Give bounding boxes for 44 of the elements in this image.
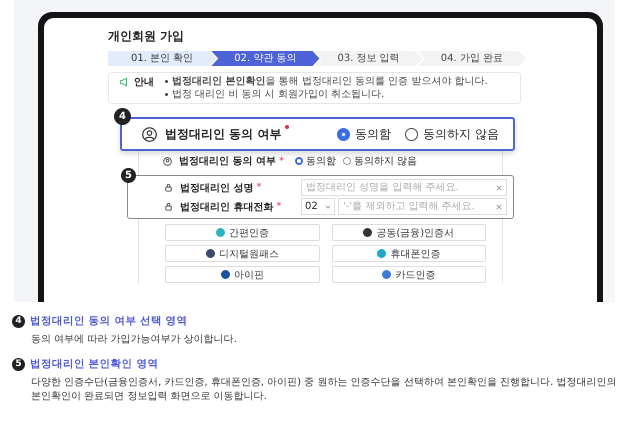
number-badge: 5 [121,168,136,183]
page-title: 개인회원 가입 [108,28,186,45]
area-code-select[interactable]: 02 [301,198,335,215]
radio-button[interactable] [342,157,351,165]
required-mark: * [256,182,262,193]
field-label: 법정대리인 동의 여부 [179,155,276,168]
lock-icon [164,183,173,192]
number-badge: 4 [12,314,25,328]
clear-icon[interactable] [496,204,502,210]
auth-method-button[interactable]: 디지털원패스 [165,245,320,262]
number-badge: 5 [12,358,25,370]
required-mark: * [278,156,284,166]
notice-text: 법정대리인 본인확인을 통해 법정대리인 동의를 인증 받으셔야 합니다. [172,75,488,88]
auth-method-button[interactable]: 간편인증 [165,224,320,241]
auth-method-button[interactable]: 휴대폰인증 [332,245,486,262]
number-badge: 4 [114,108,131,125]
legend-description: 다양한 인증수단(금융인증서, 카드인증, 휴대폰인증, 아이핀) 중 원하는 인증수단을 선택하여 본인확인을 진행합니다. 법정대리인의 본인확인이 완료되면 정보입력 화면으로 이동합니다. [30,376,617,404]
radio-option[interactable]: 동의하지 않음 [405,126,499,142]
notice-label: 안내 [134,76,154,89]
radio-option[interactable]: 동의하지 않음 [342,154,418,168]
radio-button[interactable] [405,128,418,140]
required-mark: * [276,201,282,212]
auth-method-button[interactable]: 카드인증 [332,266,486,283]
radio-button[interactable] [337,128,350,140]
input-field[interactable]: '-'를 제외하고 입력해 주세요. [338,198,507,215]
megaphone-icon [119,77,129,87]
legend-title: 법정대리인 본인확인 영역 [30,357,158,371]
radio-option[interactable]: 동의함 [294,154,336,168]
field-label: 법정대리인 휴대전화 [180,200,274,214]
caret-icon [325,204,331,208]
auth-method-button[interactable]: 공동(금융)인증서 [332,224,486,241]
clear-icon[interactable] [496,184,502,190]
input-field[interactable]: 법정대리인 성명을 입력해 주세요. [301,179,507,196]
field-label: 법정대리인 성명 [180,182,254,194]
radio-button[interactable] [294,157,303,165]
notice-text: 법정 대리인 비 동의 시 회원가입이 취소됩니다. [172,88,384,101]
bullet-icon [165,93,168,96]
radio-option[interactable]: 동의함 [337,126,392,142]
legend-title: 법정대리인 동의 여부 선택 영역 [30,314,188,328]
auth-method-button[interactable]: 아이핀 [165,266,320,283]
lock-icon [164,202,173,211]
legend-description: 동의 여부에 따라 가입가능여부가 상이합니다. [30,333,238,347]
consent-label: 법정대리인 동의 여부 [165,126,282,142]
bullet-icon [165,80,168,83]
